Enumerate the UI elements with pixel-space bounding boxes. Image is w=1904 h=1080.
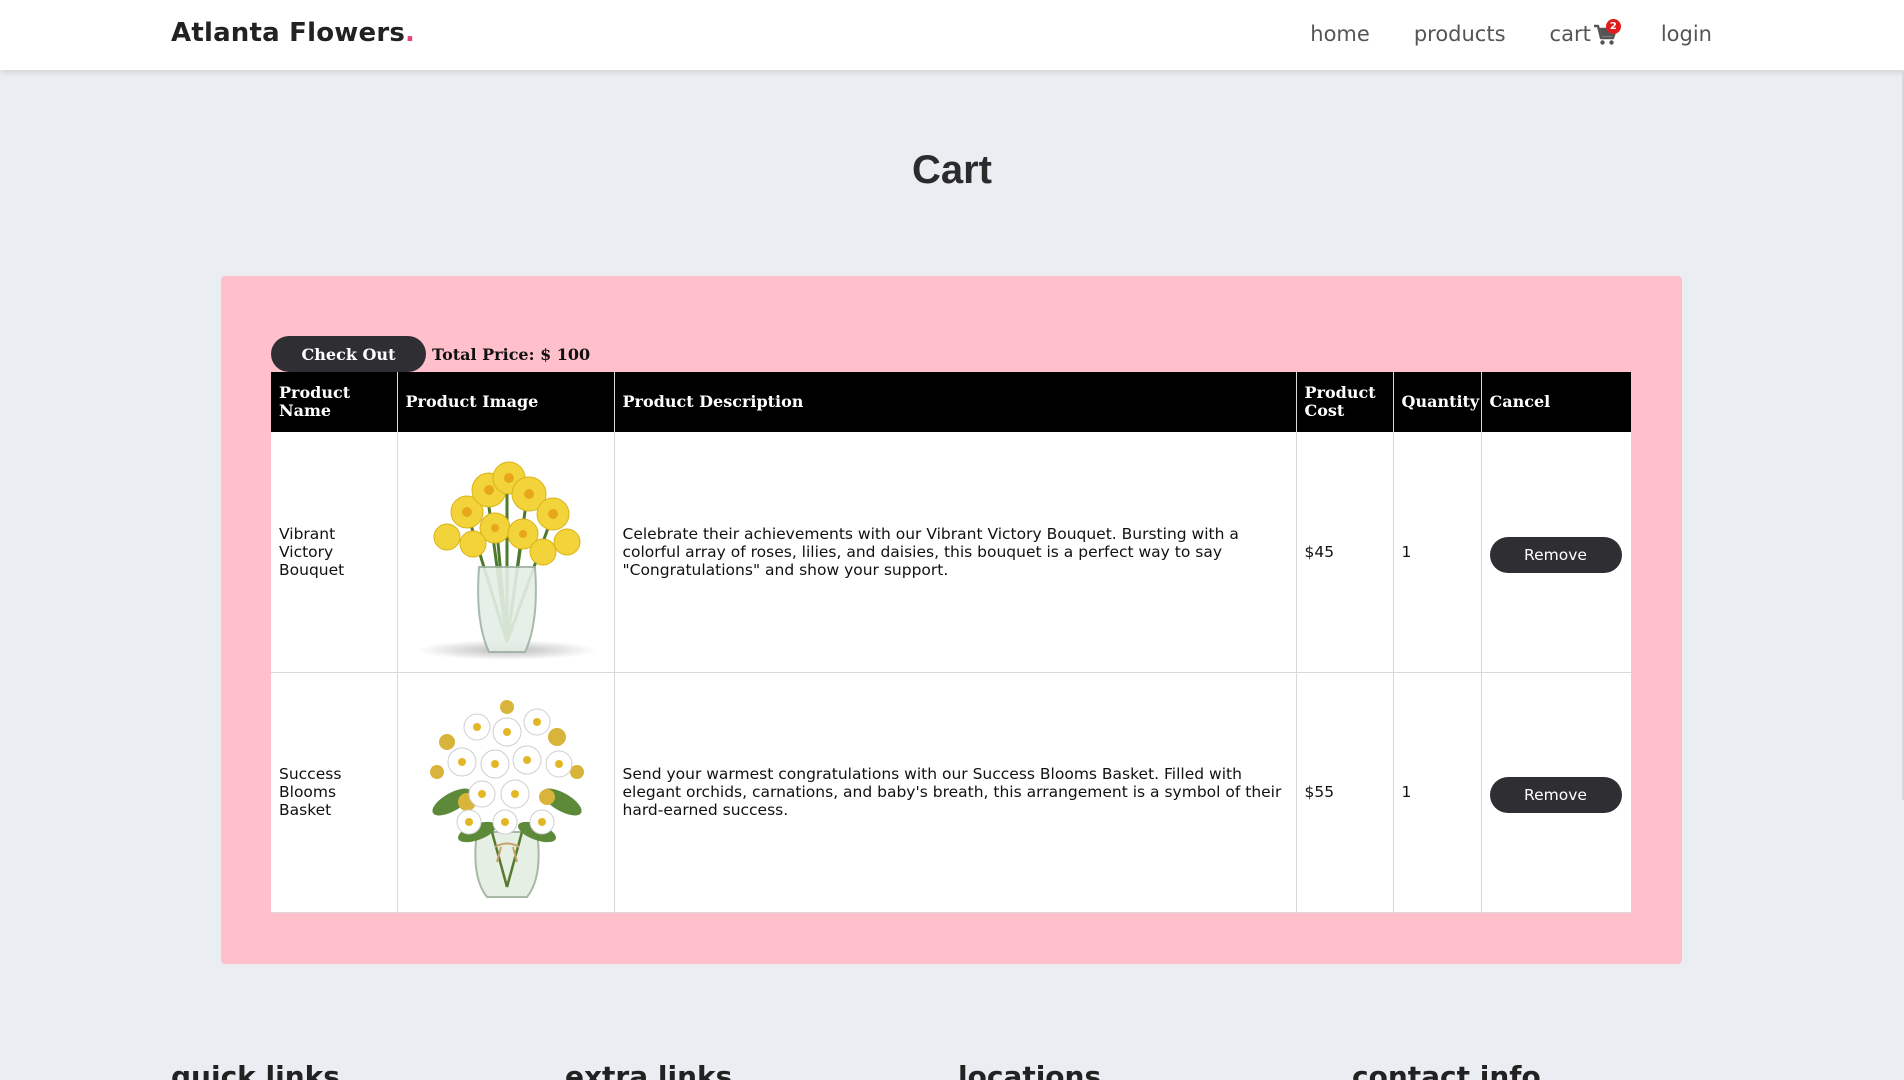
product-image-cell — [397, 672, 615, 913]
column-header-cost: Product Cost — [1296, 372, 1394, 432]
footer-heading-quick-links: quick links — [171, 1060, 340, 1080]
nav-products[interactable]: products — [1414, 22, 1506, 46]
shopping-cart-icon: 2 — [1593, 19, 1621, 46]
total-price: Total Price: $ 100 — [432, 344, 591, 364]
product-name: Vibrant Victory Bouquet — [271, 432, 398, 673]
page-title: Cart — [911, 148, 993, 192]
remove-button[interactable]: Remove — [1489, 777, 1622, 813]
product-quantity: 1 — [1393, 672, 1482, 913]
checkout-bar: Check Out Total Price: $ 100 — [271, 336, 590, 372]
footer-heading-contact-info: contact info — [1352, 1060, 1541, 1080]
product-image-cell — [397, 432, 615, 673]
footer-heading-extra-links: extra links — [565, 1060, 733, 1080]
product-cost: $55 — [1296, 672, 1394, 913]
site-header: Atlanta Flowers. home products cart 2 lo… — [0, 0, 1904, 70]
cart-table: Product Name Product Image Product Descr… — [271, 372, 1631, 913]
checkout-button[interactable]: Check Out — [271, 336, 426, 372]
product-cost: $45 — [1296, 432, 1394, 673]
cart-count-badge: 2 — [1605, 19, 1621, 34]
column-header-image: Product Image — [397, 372, 615, 432]
table-row: Success Blooms Basket Send your warmest … — [271, 672, 1631, 913]
nav-cart-label: cart — [1549, 22, 1591, 46]
table-header-row: Product Name Product Image Product Descr… — [271, 372, 1631, 432]
logo-dot: . — [405, 18, 416, 48]
product-quantity: 1 — [1393, 432, 1482, 673]
white-daisy-vase-image — [429, 700, 584, 898]
nav-home[interactable]: home — [1310, 22, 1370, 46]
column-header-quantity: Quantity — [1393, 372, 1482, 432]
cancel-cell: Remove — [1481, 672, 1631, 913]
main-nav: home products cart 2 login — [1310, 19, 1712, 46]
column-header-cancel: Cancel — [1481, 372, 1631, 432]
remove-button[interactable]: Remove — [1489, 536, 1622, 573]
site-logo[interactable]: Atlanta Flowers. — [171, 18, 415, 48]
logo-text: Atlanta Flowers — [171, 18, 406, 48]
column-header-description: Product Description — [614, 372, 1297, 432]
product-description: Celebrate their achievements with our Vi… — [614, 432, 1297, 673]
footer-heading-locations: locations — [958, 1060, 1102, 1080]
column-header-name: Product Name — [271, 372, 398, 432]
product-description: Send your warmest congratulations with o… — [614, 672, 1297, 913]
nav-cart[interactable]: cart 2 — [1549, 19, 1621, 46]
cart-panel: Check Out Total Price: $ 100 Product Nam… — [221, 276, 1682, 964]
nav-login[interactable]: login — [1661, 22, 1712, 46]
cancel-cell: Remove — [1481, 432, 1631, 673]
table-row: Vibrant Victory Bouquet Celebrate their … — [271, 432, 1631, 673]
yellow-daffodil-vase-image — [416, 461, 597, 660]
product-name: Success Blooms Basket — [271, 672, 398, 913]
